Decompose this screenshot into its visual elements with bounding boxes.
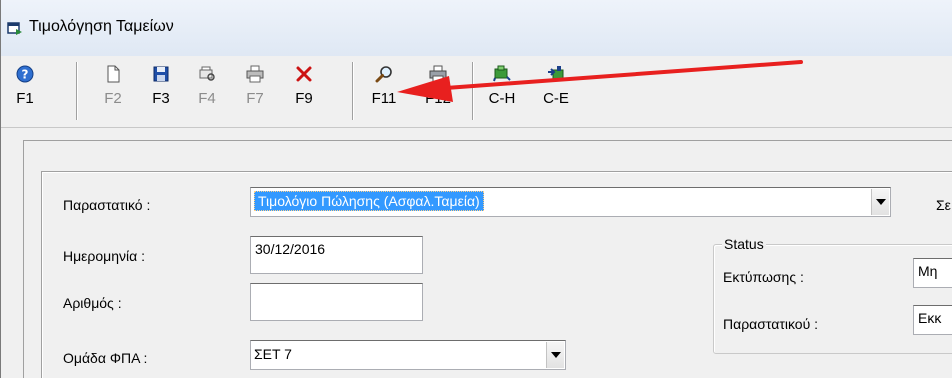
machine-icon [493, 65, 511, 82]
help-button[interactable]: ? F1 [11, 56, 39, 128]
toolbar-separator [472, 62, 473, 120]
document-type-select[interactable]: Τιμολόγιο Πώλησης (Ασφαλ.Ταμεία) [250, 187, 891, 217]
print-document-button[interactable]: F12 [419, 56, 457, 128]
chevron-down-icon [550, 352, 561, 358]
toolbar: ? F1 F2 F3 F4 F7 F9 F11 F12 C-H C-E [1, 56, 952, 128]
export-icon [548, 66, 564, 81]
title-bar: Τιμολόγηση Ταμείων [1, 0, 952, 56]
printer-icon [246, 65, 264, 83]
app-icon [7, 22, 22, 35]
number-label: Αριθμός : [63, 295, 122, 311]
printing-status-label: Εκτύπωσης : [723, 269, 804, 285]
ch-button[interactable]: C-H [483, 56, 521, 128]
document-status-label: Παραστατικού : [723, 316, 819, 332]
chevron-down-icon [875, 199, 886, 205]
date-field[interactable]: 30/12/2016 [250, 236, 423, 274]
window-title: Τιμολόγηση Ταμείων [29, 18, 174, 35]
status-title: Status [722, 236, 766, 252]
preview-button[interactable]: F4 [193, 56, 221, 128]
delete-button-label: F9 [295, 90, 313, 107]
printer-icon [429, 65, 447, 83]
print-button-label: F7 [246, 90, 264, 107]
search-button[interactable]: F11 [367, 56, 401, 128]
print-document-button-label: F12 [425, 90, 451, 107]
vat-group-select[interactable]: ΣΕΤ 7 [250, 340, 566, 370]
partial-label: Σε [936, 197, 951, 213]
search-button-label: F11 [371, 90, 397, 107]
search-icon [375, 66, 392, 83]
document-status-field[interactable]: Εκκ [913, 305, 952, 335]
document-type-value: Τιμολόγιο Πώλησης (Ασφαλ.Ταμεία) [254, 191, 484, 211]
save-icon [153, 66, 169, 82]
delete-button[interactable]: F9 [290, 56, 318, 128]
toolbar-separator [76, 62, 77, 120]
new-button[interactable]: F2 [99, 56, 127, 128]
date-label: Ημερομηνία : [63, 248, 146, 264]
ce-button[interactable]: C-E [537, 56, 575, 128]
printing-status-field[interactable]: Μη [913, 258, 952, 288]
toolbar-separator [352, 62, 353, 120]
vat-group-label: Ομάδα ΦΠΑ : [63, 350, 148, 366]
svg-text:?: ? [22, 68, 29, 82]
save-button-label: F3 [152, 90, 170, 107]
ce-button-label: C-E [543, 90, 569, 107]
print-button[interactable]: F7 [241, 56, 269, 128]
delete-icon [296, 66, 312, 82]
new-button-label: F2 [104, 90, 122, 107]
help-icon: ? [16, 65, 34, 83]
vat-group-value: ΣΕΤ 7 [254, 346, 292, 362]
ch-button-label: C-H [488, 90, 516, 107]
help-button-label: F1 [16, 90, 34, 107]
vat-group-dropdown-button[interactable] [546, 342, 564, 368]
print-preview-icon [199, 66, 215, 81]
document-label: Παραστατικό : [63, 197, 151, 213]
save-button[interactable]: F3 [147, 56, 175, 128]
main-window: Τιμολόγηση Ταμείων ? F1 F2 F3 F4 F7 F9 F… [0, 0, 952, 378]
preview-button-label: F4 [198, 90, 216, 107]
new-document-icon [107, 65, 120, 83]
document-type-dropdown-button[interactable] [871, 189, 889, 215]
number-field[interactable] [250, 283, 423, 321]
